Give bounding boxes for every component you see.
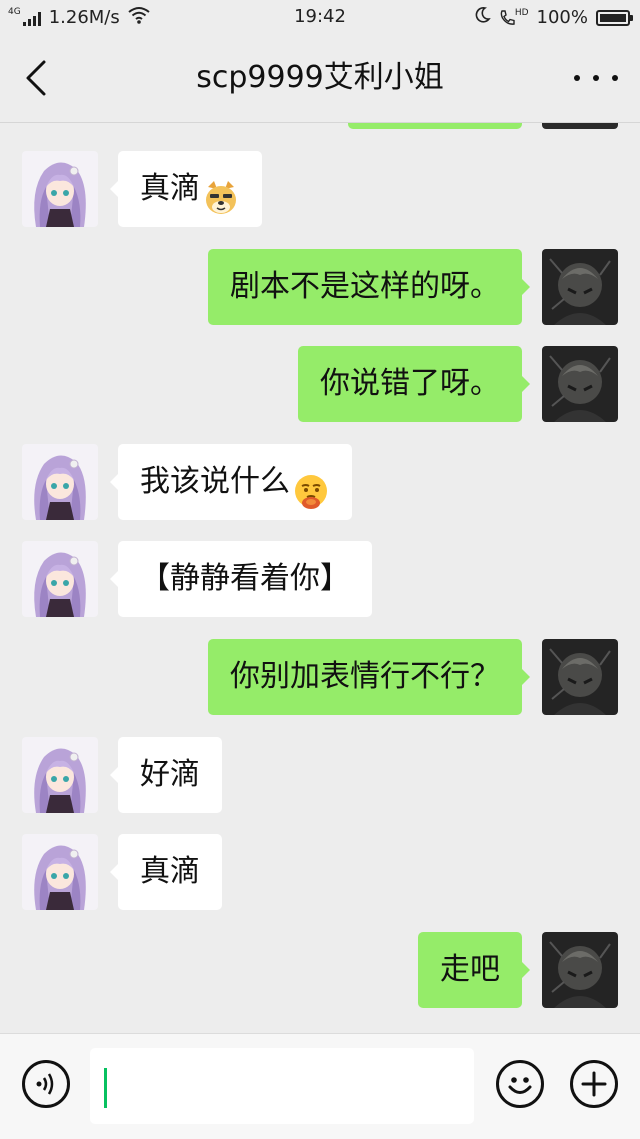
emoji-button[interactable] <box>496 1060 544 1108</box>
input-bar <box>0 1033 640 1139</box>
contact-avatar[interactable] <box>22 151 98 227</box>
more-dots-icon <box>574 75 580 81</box>
voice-button[interactable] <box>22 1060 70 1108</box>
text-caret <box>104 1068 107 1108</box>
message-bubble[interactable]: 【静静看着你】 <box>110 541 372 617</box>
my-avatar[interactable] <box>542 932 618 1008</box>
more-button[interactable] <box>574 62 618 94</box>
battery-percent: 100% <box>536 7 588 28</box>
message-text: 好滴 <box>140 757 200 792</box>
message-text: 【静静看着你】 <box>140 561 350 596</box>
chat-header: scp9999艾利小姐 <box>0 34 640 123</box>
message-text: 你别加表情行不行？ <box>230 659 500 694</box>
message-text: 我该说什么 <box>140 464 290 499</box>
message-bubble[interactable]: 走吧 <box>418 932 530 1008</box>
contact-avatar[interactable] <box>22 834 98 910</box>
previous-message-avatar <box>542 123 618 129</box>
chat-title: scp9999艾利小姐 <box>196 60 444 95</box>
message-input[interactable] <box>90 1048 474 1124</box>
emoji-icon <box>508 1077 532 1094</box>
message-bubble[interactable]: 剧本不是这样的呀。 <box>208 249 530 325</box>
moon-icon <box>473 6 491 29</box>
message-bubble[interactable]: 真滴 <box>110 151 262 227</box>
status-bar: 4G 1.26M/s 19:42 HD 100% <box>0 0 640 34</box>
status-right: HD 100% <box>473 6 633 29</box>
contact-avatar[interactable] <box>22 444 98 520</box>
message-bubble[interactable]: 你说错了呀。 <box>298 346 530 422</box>
my-avatar[interactable] <box>542 346 618 422</box>
hd-call-icon: HD <box>499 7 529 27</box>
my-avatar[interactable] <box>542 639 618 715</box>
my-avatar[interactable] <box>542 249 618 325</box>
message-bubble[interactable]: 你别加表情行不行？ <box>208 639 530 715</box>
message-bubble[interactable]: 好滴 <box>110 737 222 813</box>
previous-message-bubble <box>348 123 522 129</box>
hd-label: HD <box>514 7 529 18</box>
chat-area[interactable]: 真滴 剧本不是这样的呀。 你说错了呀。 我该说什么 【静静看着你】 你别加表情行不行？ 好滴… <box>0 123 640 1033</box>
thinking-hug-emoji <box>292 463 330 509</box>
doge-emoji <box>202 170 240 214</box>
message-text: 走吧 <box>440 952 500 987</box>
message-text: 剧本不是这样的呀。 <box>230 269 500 304</box>
voice-icon <box>36 1073 54 1095</box>
message-text: 真滴 <box>140 171 200 206</box>
plus-icon <box>581 1071 607 1097</box>
contact-avatar[interactable] <box>22 541 98 617</box>
message-text: 真滴 <box>140 854 200 889</box>
battery-icon <box>596 9 633 26</box>
plus-button[interactable] <box>570 1060 618 1108</box>
message-bubble[interactable]: 我该说什么 <box>110 444 352 520</box>
message-text: 你说错了呀。 <box>320 366 500 401</box>
contact-avatar[interactable] <box>22 737 98 813</box>
message-bubble[interactable]: 真滴 <box>110 834 222 910</box>
